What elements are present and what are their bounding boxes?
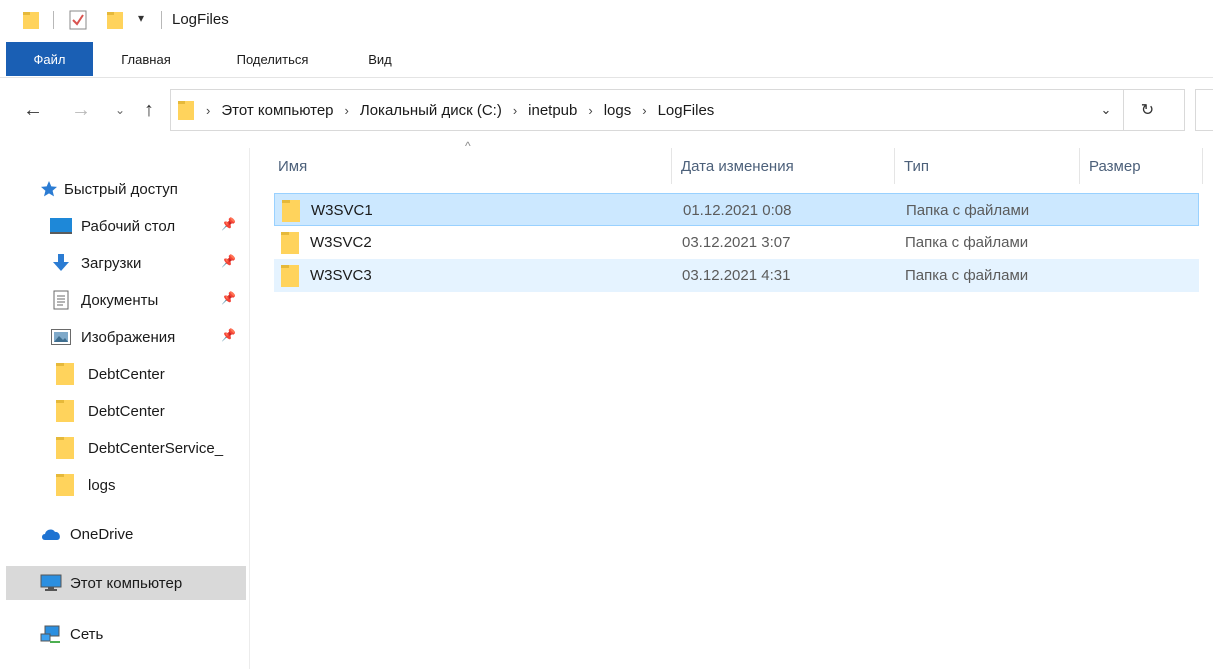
sidebar-item-this-pc[interactable]: Этот компьютер xyxy=(6,566,246,600)
folder-icon xyxy=(280,264,300,288)
column-header-modified[interactable]: Дата изменения xyxy=(673,148,895,184)
customize-dropdown-icon[interactable]: ▾ xyxy=(138,11,144,25)
file-type: Папка с файлами xyxy=(905,234,1029,251)
sidebar-item-quick-access[interactable]: Быстрый доступ xyxy=(40,172,246,206)
folder-icon xyxy=(280,231,300,255)
sidebar-item-label: DebtCenter xyxy=(88,402,165,420)
file-name: W3SVC1 xyxy=(311,202,373,219)
desktop-icon xyxy=(50,216,72,236)
address-bar[interactable]: › Этот компьютер › Локальный диск (C:) ›… xyxy=(170,89,1185,131)
chevron-right-icon[interactable]: › xyxy=(642,103,646,118)
sidebar-item-debtcenterservice[interactable]: DebtCenterService_ xyxy=(54,431,246,465)
cloud-icon xyxy=(40,524,62,544)
sidebar-item-label: Быстрый доступ xyxy=(64,180,178,198)
window-title: LogFiles xyxy=(172,11,229,28)
navigation-bar: ← → ⌄ ↑ › Этот компьютер › Локальный дис… xyxy=(0,88,1213,132)
properties-check-icon[interactable] xyxy=(68,9,88,31)
folder-icon[interactable] xyxy=(22,10,40,30)
file-modified: 03.12.2021 4:31 xyxy=(682,267,791,284)
breadcrumb-inetpub[interactable]: inetpub xyxy=(528,102,577,119)
breadcrumb-this-pc[interactable]: Этот компьютер xyxy=(221,102,333,119)
sidebar-item-label: DebtCenter xyxy=(88,365,165,383)
sidebar-item-logs[interactable]: logs xyxy=(54,468,246,502)
chevron-right-icon[interactable]: › xyxy=(345,103,349,118)
sidebar-item-label: Сеть xyxy=(70,625,104,643)
sidebar-item-label: Этот компьютер xyxy=(70,574,183,592)
folder-icon xyxy=(54,474,76,496)
tab-view[interactable]: Вид xyxy=(350,42,410,76)
sidebar-item-desktop[interactable]: Рабочий стол 📌 xyxy=(50,209,246,243)
title-bar: ▾ LogFiles xyxy=(0,0,1213,40)
sidebar-item-label: Изображения xyxy=(81,328,176,346)
file-name: W3SVC3 xyxy=(310,267,372,284)
pin-icon[interactable]: 📌 xyxy=(221,291,236,305)
breadcrumb-logs[interactable]: logs xyxy=(604,102,632,119)
back-arrow-icon[interactable]: ← xyxy=(20,88,46,132)
forward-arrow-icon[interactable]: → xyxy=(68,88,94,132)
file-row[interactable]: W3SVC2 03.12.2021 3:07 Папка с файлами xyxy=(274,226,1199,259)
computer-icon xyxy=(40,573,62,593)
tab-file[interactable]: Файл xyxy=(6,42,93,76)
folder-icon xyxy=(54,363,76,385)
pin-icon[interactable]: 📌 xyxy=(221,254,236,268)
file-row[interactable]: W3SVC3 03.12.2021 4:31 Папка с файлами xyxy=(274,259,1199,292)
file-modified: 01.12.2021 0:08 xyxy=(683,202,792,219)
network-icon xyxy=(40,624,62,644)
sidebar-item-label: OneDrive xyxy=(70,525,134,543)
pin-icon[interactable]: 📌 xyxy=(221,217,236,231)
sidebar-item-downloads[interactable]: Загрузки 📌 xyxy=(50,246,246,280)
column-header-size[interactable]: Размер xyxy=(1081,148,1203,184)
breadcrumb-local-disk[interactable]: Локальный диск (C:) xyxy=(360,102,502,119)
sidebar-item-debtcenter-1[interactable]: DebtCenter xyxy=(54,357,246,391)
folder-icon xyxy=(177,99,195,121)
pictures-icon xyxy=(50,327,72,347)
file-name-cell: W3SVC2 xyxy=(280,226,372,259)
file-type: Папка с файлами xyxy=(906,202,1030,219)
folder-icon xyxy=(281,199,301,223)
chevron-right-icon[interactable]: › xyxy=(588,103,592,118)
toolbar-separator xyxy=(53,11,54,29)
sidebar-item-label: logs xyxy=(88,476,116,494)
navigation-pane: Быстрый доступ Рабочий стол 📌 Загрузки 📌… xyxy=(0,148,250,669)
address-dropdown-icon[interactable]: ⌄ xyxy=(1091,90,1121,130)
column-header-row: Имя Дата изменения Тип Размер xyxy=(270,148,1213,184)
sidebar-item-label: Рабочий стол xyxy=(81,217,176,235)
file-name: W3SVC2 xyxy=(310,234,372,251)
file-type: Папка с файлами xyxy=(905,267,1029,284)
sidebar-item-label: Загрузки xyxy=(81,254,142,272)
download-icon xyxy=(50,253,72,273)
documents-icon xyxy=(50,290,72,310)
chevron-right-icon[interactable]: › xyxy=(206,103,210,118)
up-arrow-icon[interactable]: ↑ xyxy=(136,88,162,132)
tab-home[interactable]: Главная xyxy=(100,42,192,76)
column-header-type[interactable]: Тип xyxy=(896,148,1080,184)
folder-icon xyxy=(54,400,76,422)
folder-icon xyxy=(54,437,76,459)
refresh-icon[interactable]: ↻ xyxy=(1123,90,1171,130)
sidebar-item-label: DebtCenterService_ xyxy=(88,439,224,457)
sidebar-item-debtcenter-2[interactable]: DebtCenter xyxy=(54,394,246,428)
file-name-cell: W3SVC1 xyxy=(281,194,373,227)
sidebar-item-network[interactable]: Сеть xyxy=(40,617,246,651)
column-header-name[interactable]: Имя xyxy=(270,148,672,184)
pin-icon[interactable]: 📌 xyxy=(221,328,236,342)
sidebar-item-pictures[interactable]: Изображения 📌 xyxy=(50,320,246,354)
file-row[interactable]: W3SVC1 01.12.2021 0:08 Папка с файлами xyxy=(274,193,1199,226)
search-input[interactable] xyxy=(1195,89,1213,131)
sidebar-item-documents[interactable]: Документы 📌 xyxy=(50,283,246,317)
ribbon-tabs: Файл Главная Поделиться Вид xyxy=(0,42,1213,78)
file-modified: 03.12.2021 3:07 xyxy=(682,234,791,251)
chevron-right-icon[interactable]: › xyxy=(513,103,517,118)
recent-locations-chevron-icon[interactable]: ⌄ xyxy=(107,88,133,132)
star-icon xyxy=(40,179,58,199)
sidebar-item-onedrive[interactable]: OneDrive xyxy=(40,517,246,551)
breadcrumb-logfiles[interactable]: LogFiles xyxy=(658,102,715,119)
file-name-cell: W3SVC3 xyxy=(280,259,372,292)
new-folder-icon[interactable] xyxy=(106,10,124,30)
toolbar-separator xyxy=(161,11,162,29)
sidebar-item-label: Документы xyxy=(81,291,159,309)
tab-share[interactable]: Поделиться xyxy=(210,42,335,76)
